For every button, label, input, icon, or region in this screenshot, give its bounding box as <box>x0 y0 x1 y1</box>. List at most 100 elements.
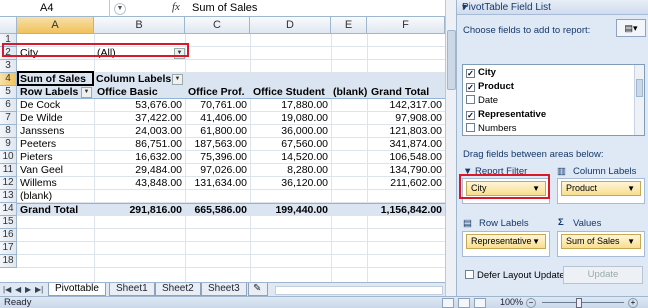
name-box-dropdown-icon[interactable]: ▼ <box>114 3 126 15</box>
select-all-corner[interactable] <box>0 17 17 34</box>
column-header-e[interactable]: E <box>331 17 367 34</box>
insert-function-icon[interactable]: fx <box>172 1 180 13</box>
row-header[interactable]: 9 <box>0 138 17 151</box>
next-sheet-icon[interactable]: ▶ <box>25 285 31 294</box>
vertical-scrollbar[interactable] <box>445 0 456 296</box>
sheet-tab-sheet3[interactable]: Sheet3 <box>201 283 247 296</box>
zoom-in-icon[interactable]: + <box>628 298 638 308</box>
horizontal-scrollbar[interactable] <box>275 286 443 295</box>
first-sheet-icon[interactable]: |◀ <box>3 285 11 294</box>
update-button[interactable]: Update <box>563 266 643 284</box>
zoom-out-icon[interactable]: − <box>526 298 536 308</box>
panel-menu-icon[interactable]: ▾ <box>462 2 467 13</box>
status-text: Ready <box>4 297 32 308</box>
row-label: Pieters <box>20 151 53 163</box>
column-labels-header[interactable]: Column Labels <box>96 73 171 86</box>
prev-sheet-icon[interactable]: ◀ <box>15 285 21 294</box>
value-cell: 19,080.00 <box>281 112 328 124</box>
row-labels-dropdown-icon[interactable]: ▼ <box>81 87 92 98</box>
row-label: Willems <box>20 177 57 189</box>
sheet-tab-sheet2[interactable]: Sheet2 <box>155 283 201 296</box>
page-layout-view-icon[interactable] <box>458 298 470 308</box>
row-labels-chip[interactable]: Representative ▼ <box>466 234 546 249</box>
row-header[interactable]: 8 <box>0 125 17 138</box>
panel-title-bar: PivotTable Field List ▾ <box>457 0 648 15</box>
chevron-down-icon[interactable]: ▼ <box>532 235 540 248</box>
column-header-a[interactable]: A <box>17 17 94 34</box>
checkbox-icon[interactable]: ✓ <box>466 83 475 92</box>
normal-view-icon[interactable] <box>442 298 454 308</box>
field-item-product[interactable]: ✓ Product <box>466 80 514 93</box>
field-list: ✓ City ✓ Product Date ✓ Representative Numb… <box>462 64 645 136</box>
row-header[interactable]: 16 <box>0 229 17 242</box>
field-item-representative[interactable]: ✓ Representative <box>466 108 546 121</box>
row-header[interactable]: 14 <box>0 203 17 216</box>
values-area[interactable]: Sum of Sales ▼ <box>557 231 645 257</box>
row-header[interactable]: 18 <box>0 255 17 268</box>
value-cell: 106,548.00 <box>389 151 442 163</box>
scrollbar-thumb[interactable] <box>447 30 456 90</box>
row-header[interactable]: 13 <box>0 190 17 203</box>
sheet-tab-sheet1[interactable]: Sheet1 <box>109 283 155 296</box>
chevron-down-icon[interactable]: ▼ <box>627 182 635 195</box>
column-header-f[interactable]: F <box>367 17 445 34</box>
zoom-slider-thumb[interactable] <box>576 298 582 308</box>
zoom-slider[interactable] <box>542 302 624 303</box>
row-header[interactable]: 3 <box>0 60 17 73</box>
scrollbar-thumb[interactable] <box>636 79 643 97</box>
worksheet-grid[interactable]: A B C D E F 1 2 3 4 5 6 7 8 9 10 11 12 1… <box>0 17 445 282</box>
column-labels-area-label: Column Labels <box>573 166 637 177</box>
page-break-view-icon[interactable] <box>474 298 486 308</box>
field-item-numbers[interactable]: Numbers <box>466 122 517 135</box>
checkbox-icon[interactable] <box>466 95 475 104</box>
last-sheet-icon[interactable]: ▶| <box>35 285 43 294</box>
pivot-column-header-row: Row Labels ▼ Office Basic Office Prof. O… <box>17 86 445 99</box>
row-header[interactable]: 12 <box>0 177 17 190</box>
checkbox-icon[interactable] <box>466 123 475 132</box>
column-labels-dropdown-icon[interactable]: ▼ <box>172 74 183 85</box>
row-header[interactable]: 5 <box>0 86 17 99</box>
chevron-down-icon[interactable]: ▼ <box>627 235 635 248</box>
row-header[interactable]: 4 <box>0 73 17 86</box>
row-header[interactable]: 15 <box>0 216 17 229</box>
column-header-d[interactable]: D <box>250 17 331 34</box>
row-header[interactable]: 17 <box>0 242 17 255</box>
field-list-layout-button[interactable]: ▤▾ <box>616 19 646 37</box>
field-label: Date <box>478 95 499 106</box>
defer-label: Defer Layout Update <box>477 270 565 281</box>
defer-layout-update[interactable]: Defer Layout Update <box>465 270 565 281</box>
formula-bar: A4 ▼ fx Sum of Sales <box>0 0 445 17</box>
pivot-field-list-panel: PivotTable Field List ▾ Choose fields to… <box>456 0 648 296</box>
field-item-date[interactable]: Date <box>466 94 498 107</box>
row-header[interactable]: 6 <box>0 99 17 112</box>
values-chip[interactable]: Sum of Sales ▼ <box>561 234 641 249</box>
row-header[interactable]: 7 <box>0 112 17 125</box>
panel-title: PivotTable Field List <box>462 2 551 13</box>
column-labels-area[interactable]: Product ▼ <box>557 178 645 204</box>
row-labels-header[interactable]: Row Labels <box>20 86 78 99</box>
checkbox-icon[interactable]: ✓ <box>466 69 475 78</box>
column-header-c[interactable]: C <box>185 17 250 34</box>
field-list-scrollbar[interactable] <box>634 65 644 135</box>
zoom-level[interactable]: 100% <box>500 297 523 307</box>
value-cell: 97,908.00 <box>395 112 442 124</box>
name-box-value: A4 <box>40 2 54 14</box>
row-labels-area[interactable]: Representative ▼ <box>462 231 550 257</box>
row-header[interactable]: 11 <box>0 164 17 177</box>
checkbox-icon[interactable]: ✓ <box>466 111 475 120</box>
grand-total-value: 199,440.00 <box>275 204 328 216</box>
row-header[interactable]: 10 <box>0 151 17 164</box>
formula-input[interactable]: Sum of Sales <box>192 2 257 14</box>
value-cell: 24,003.00 <box>135 125 182 137</box>
name-box[interactable]: A4 <box>0 0 110 17</box>
insert-sheet-icon[interactable]: ✎ <box>248 283 268 296</box>
sheet-tab-pivottable[interactable]: Pivottable <box>48 283 106 296</box>
field-item-city[interactable]: ✓ City <box>466 66 496 79</box>
column-header-b[interactable]: B <box>94 17 185 34</box>
value-cell: 67,560.00 <box>281 138 328 150</box>
table-row: Janssens 24,003.00 61,800.00 36,000.00 1… <box>17 125 445 138</box>
column-labels-chip[interactable]: Product ▼ <box>561 181 641 196</box>
checkbox-icon[interactable] <box>465 270 474 279</box>
value-cell: 134,790.00 <box>389 164 442 176</box>
value-cell: 97,026.00 <box>200 164 247 176</box>
